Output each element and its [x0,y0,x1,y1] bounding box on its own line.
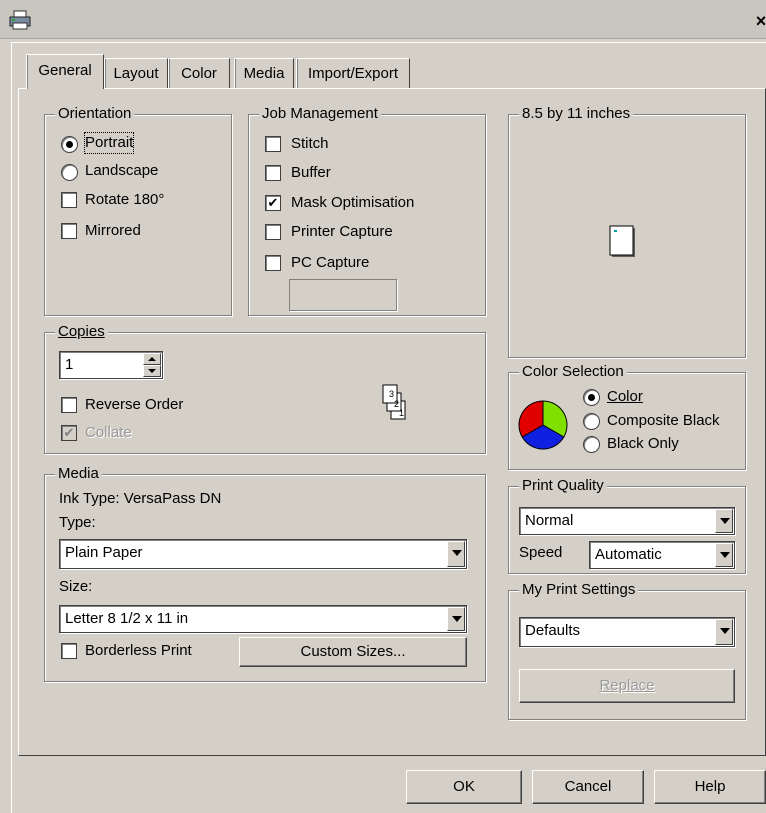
chevron-down-icon[interactable] [715,509,733,533]
arrow-up-icon [148,357,156,361]
settings-dropdown[interactable]: Defaults [519,617,735,647]
black-only-radio[interactable] [583,436,600,453]
borderless-print-label[interactable]: Borderless Print [85,641,192,661]
color-selection-group: Color Selection Color Composite Black Bl… [508,362,746,470]
portrait-label[interactable]: Portrait [83,132,135,154]
landscape-label[interactable]: Landscape [85,161,158,181]
type-value: Plain Paper [65,544,143,561]
tab-import-export[interactable]: Import/Export [296,58,410,89]
stitch-checkbox[interactable] [265,136,281,152]
pc-capture-field[interactable] [289,279,397,311]
tab-color[interactable]: Color [168,58,230,89]
job-management-group: Job Management Stitch Buffer ✔ Mask Opti… [248,104,486,316]
spin-down-button[interactable] [143,365,161,377]
mask-optimisation-label[interactable]: Mask Optimisation [291,193,414,213]
color-wheel-icon [518,400,568,450]
tab-layout[interactable]: Layout [104,58,168,89]
ok-button[interactable]: OK [406,770,522,804]
quality-value: Normal [525,512,574,529]
size-label: Size: [59,578,93,595]
stack-page-1: 1 [399,408,404,418]
rotate-checkbox[interactable] [61,192,77,208]
mask-optimisation-checkbox[interactable]: ✔ [265,195,281,211]
buffer-checkbox[interactable] [265,165,281,181]
landscape-radio[interactable] [61,164,78,181]
stack-page-3: 3 [389,389,394,399]
copies-title: Copies [55,322,108,342]
chevron-down-icon[interactable] [715,619,733,645]
job-management-title: Job Management [259,104,381,124]
pc-capture-label[interactable]: PC Capture [291,253,369,273]
print-quality-title: Print Quality [519,476,607,496]
paper-preview-icon [609,225,635,257]
arrow-down-icon [148,369,156,373]
replace-button[interactable]: Replace [519,669,735,703]
copies-value: 1 [65,356,74,373]
close-icon[interactable]: × [752,12,766,30]
speed-dropdown[interactable]: Automatic [589,541,735,569]
collate-label[interactable]: Collate [85,423,132,443]
quality-dropdown[interactable]: Normal [519,507,735,535]
media-title: Media [55,464,102,484]
chevron-down-icon[interactable] [715,543,733,567]
size-dropdown[interactable]: Letter 8 1/2 x 11 in [59,605,467,633]
collate-stack-icon: 3 2 1 [382,384,406,420]
stitch-label[interactable]: Stitch [291,134,329,154]
settings-value: Defaults [525,622,581,639]
spin-up-button[interactable] [143,353,161,365]
help-button[interactable]: Help [654,770,766,804]
paper-size-title: 8.5 by 11 inches [519,104,634,124]
type-label: Type: [59,514,96,531]
composite-black-label[interactable]: Composite Black [607,411,720,431]
reverse-order-label[interactable]: Reverse Order [85,395,183,415]
color-label[interactable]: Color [607,387,643,407]
buffer-label[interactable]: Buffer [291,163,331,183]
collate-checkbox[interactable]: ✔ [61,425,77,441]
speed-value: Automatic [595,546,662,563]
black-only-label[interactable]: Black Only [607,434,679,454]
rotate-label[interactable]: Rotate 180° [85,190,164,210]
portrait-radio[interactable] [61,136,78,153]
my-print-settings-title: My Print Settings [519,580,639,600]
media-group: Media Ink Type: VersaPass DN Type: Plain… [44,464,486,682]
composite-black-radio[interactable] [583,413,600,430]
printer-capture-label[interactable]: Printer Capture [291,222,393,242]
speed-label: Speed [519,544,563,561]
title-bar: × [0,0,766,39]
printer-icon [9,10,31,30]
printer-capture-checkbox[interactable] [265,224,281,240]
paper-preview-group: 8.5 by 11 inches [508,104,746,358]
my-print-settings-group: My Print Settings Defaults Replace [508,580,746,720]
type-dropdown[interactable]: Plain Paper [59,539,467,569]
borderless-print-checkbox[interactable] [61,643,77,659]
print-quality-group: Print Quality Normal Speed Automatic [508,476,746,574]
pc-capture-checkbox[interactable] [265,255,281,271]
ink-type-label: Ink Type: VersaPass DN [59,490,222,507]
color-selection-title: Color Selection [519,362,627,382]
chevron-down-icon[interactable] [447,607,465,631]
orientation-title: Orientation [55,104,135,124]
copies-group: Copies 1 Reverse Order ✔ Collate 3 2 1 [44,322,486,454]
cancel-button[interactable]: Cancel [532,770,644,804]
orientation-group: Orientation Portrait Landscape Rotate 18… [44,104,232,316]
size-value: Letter 8 1/2 x 11 in [65,610,189,627]
chevron-down-icon[interactable] [447,541,465,567]
copies-spinner[interactable]: 1 [59,351,163,379]
mirrored-label[interactable]: Mirrored [85,221,141,241]
color-radio[interactable] [583,389,600,406]
tab-media[interactable]: Media [234,58,294,89]
reverse-order-checkbox[interactable] [61,397,77,413]
tab-general[interactable]: General [26,54,104,89]
mirrored-checkbox[interactable] [61,223,77,239]
custom-sizes-button[interactable]: Custom Sizes... [239,637,467,667]
